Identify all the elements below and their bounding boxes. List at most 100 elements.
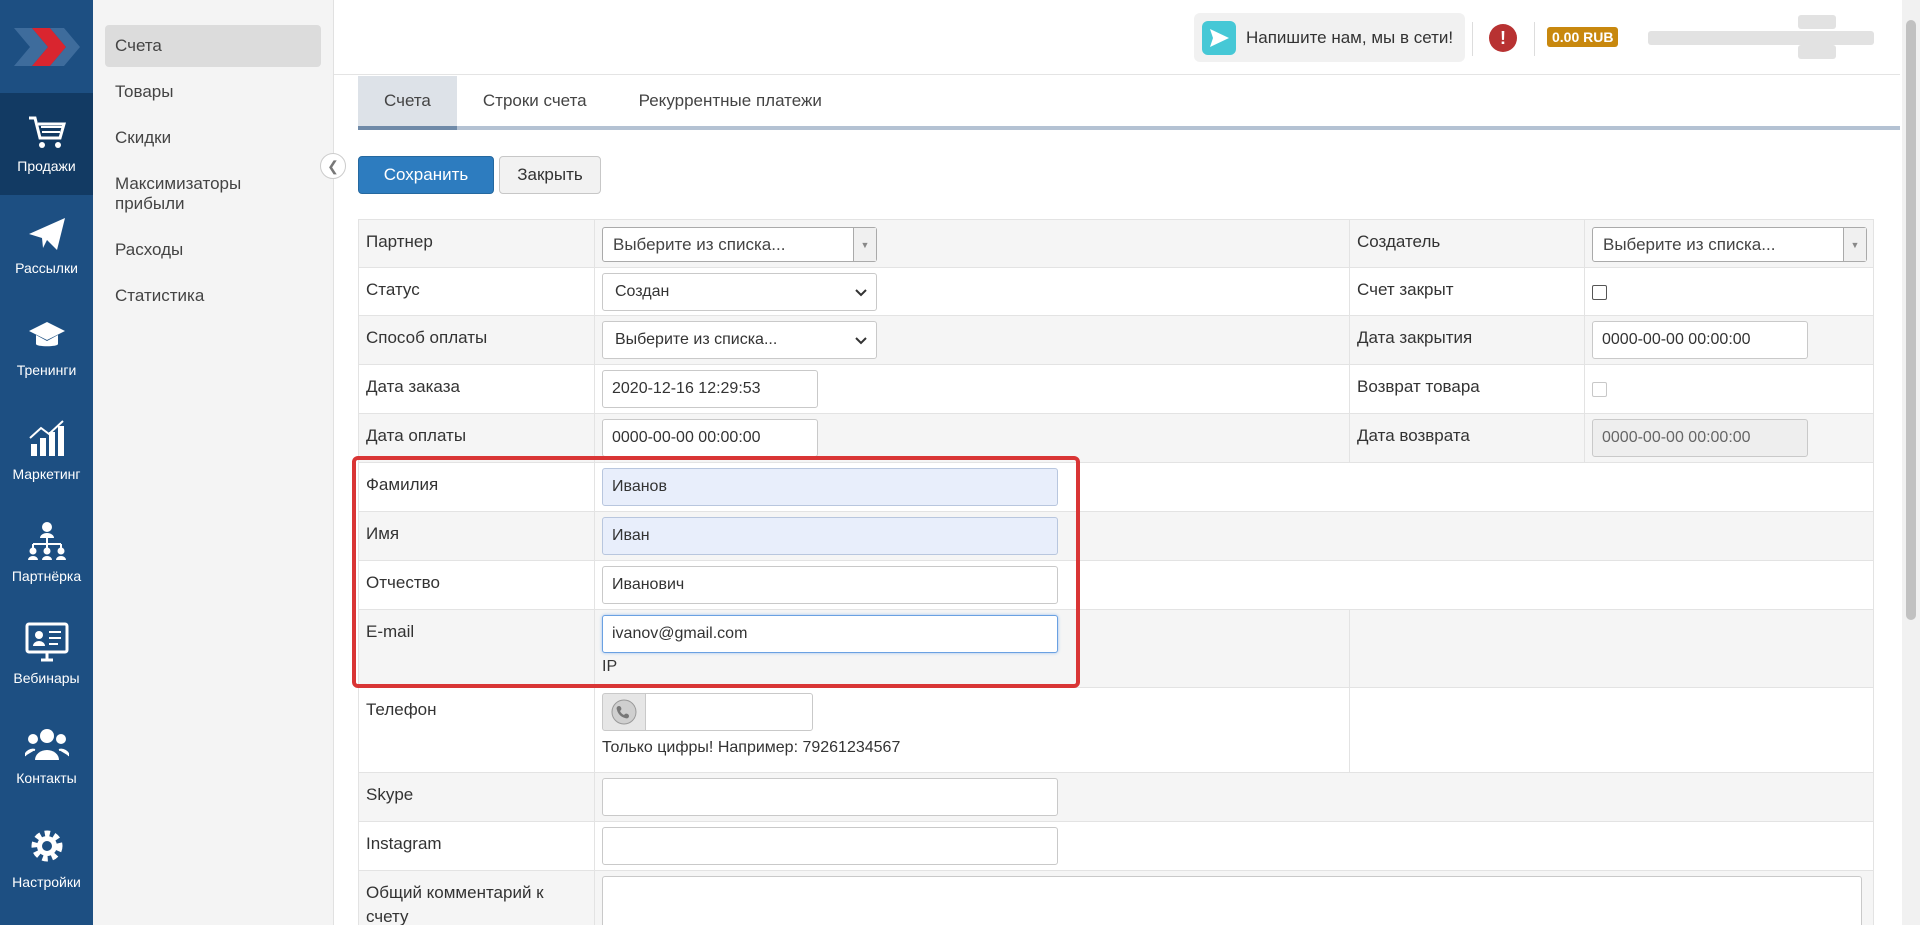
status-select-value: Создан (615, 283, 670, 300)
form-row: Дата оплаты 0000-00-00 00:00:00 Дата воз… (358, 414, 1874, 463)
payment-method-select[interactable]: Выберите из списка... (602, 321, 877, 359)
middle-name-field[interactable]: Иванович (602, 566, 1058, 604)
rail-item-label: Маркетинг (12, 466, 81, 482)
bar-chart-icon (28, 420, 64, 456)
rail-item-webinars[interactable]: Вебинары (0, 603, 93, 705)
payment-date-label: Дата оплаты (366, 426, 467, 445)
rail-item-partners[interactable]: Партнёрка (0, 501, 93, 603)
invoice-form: Партнер Выберите из списка... ▼ Создател… (358, 219, 1874, 925)
closed-checkbox[interactable] (1592, 285, 1607, 300)
close-button[interactable]: Закрыть (499, 156, 601, 194)
users-icon (24, 729, 69, 760)
last-name-label: Фамилия (366, 475, 439, 494)
tab-recurring-payments[interactable]: Рекуррентные платежи (613, 76, 848, 126)
rail-item-label: Продажи (17, 158, 76, 174)
form-row: Фамилия Иванов (358, 463, 1874, 512)
instagram-label: Instagram (366, 834, 442, 853)
collapse-sidebar-button[interactable]: ❮ (320, 153, 346, 179)
subnav-item-expenses[interactable]: Расходы (105, 229, 321, 271)
rail-item-marketing[interactable]: Маркетинг (0, 399, 93, 501)
email-field[interactable]: ivanov@gmail.com (602, 615, 1058, 653)
order-date-field[interactable]: 2020-12-16 12:29:53 (602, 370, 818, 408)
rail-item-settings[interactable]: Настройки (0, 807, 93, 909)
chat-send-icon (1202, 20, 1236, 55)
payment-method-select-value: Выберите из списка... (615, 331, 778, 348)
partner-select[interactable]: Выберите из списка... ▼ (602, 227, 877, 262)
phone-field[interactable] (645, 693, 813, 731)
form-row: Способ оплаты Выберите из списка... Дата… (358, 316, 1874, 365)
chevron-left-icon: ❮ (327, 157, 339, 174)
phone-hint: Только цифры! Например: 79261234567 (602, 739, 901, 756)
top-bar: Напишите нам, мы в сети! ! 0.00 RUB (334, 0, 1900, 75)
partner-label: Партнер (366, 232, 433, 251)
subnav-item-profit-maximizers[interactable]: Максимизаторы прибыли (105, 163, 255, 225)
rail-item-mailings[interactable]: Рассылки (0, 195, 93, 297)
comment-label: Общий комментарий к счету (366, 883, 544, 925)
form-row: Общий комментарий к счету (358, 871, 1874, 925)
close-date-field[interactable]: 0000-00-00 00:00:00 (1592, 321, 1808, 359)
subnav-item-invoices[interactable]: Счета (105, 25, 321, 67)
cart-icon (28, 116, 66, 148)
tab-invoice-lines[interactable]: Строки счета (457, 76, 613, 126)
rail-item-sales[interactable]: Продажи (0, 93, 93, 195)
return-label: Возврат товара (1357, 377, 1480, 396)
chat-label: Напишите нам, мы в сети! (1246, 27, 1454, 47)
ip-label: IP (602, 658, 618, 675)
gear-icon (31, 830, 62, 862)
balance-badge[interactable]: 0.00 RUB (1547, 27, 1619, 47)
return-date-label: Дата возврата (1357, 426, 1470, 445)
phone-icon (602, 693, 646, 731)
chevron-down-icon (855, 289, 867, 297)
page-scrollbar[interactable] (1902, 0, 1920, 925)
topbar-divider (1472, 22, 1473, 56)
creator-select[interactable]: Выберите из списка... ▼ (1592, 227, 1867, 262)
hierarchy-icon (27, 522, 66, 560)
payment-method-label: Способ оплаты (366, 328, 488, 347)
subnav-item-statistics[interactable]: Статистика (105, 275, 321, 317)
rail-item-label: Рассылки (15, 260, 78, 276)
tab-invoice[interactable]: Счета (358, 76, 457, 130)
rail-item-contacts[interactable]: Контакты (0, 705, 93, 807)
rail-item-trainings[interactable]: Тренинги (0, 297, 93, 399)
form-row: Партнер Выберите из списка... ▼ Создател… (358, 220, 1874, 268)
alert-icon[interactable]: ! (1489, 24, 1517, 52)
rail-item-label: Тренинги (16, 362, 77, 378)
skype-field[interactable] (602, 778, 1058, 816)
status-select[interactable]: Создан (602, 273, 877, 311)
creator-label: Создатель (1357, 232, 1441, 251)
rail-item-label: Контакты (16, 770, 77, 786)
middle-name-label: Отчество (366, 573, 440, 592)
form-row: Instagram (358, 822, 1874, 871)
first-name-label: Имя (366, 524, 400, 543)
form-row: E-mail ivanov@gmail.com IP (358, 610, 1874, 688)
return-checkbox[interactable] (1592, 382, 1607, 397)
logo[interactable] (0, 0, 93, 93)
instagram-field[interactable] (602, 827, 1058, 865)
first-name-field[interactable]: Иван (602, 517, 1058, 555)
chevron-down-icon (855, 337, 867, 345)
form-row: Отчество Иванович (358, 561, 1874, 610)
webinar-monitor-icon (25, 622, 68, 662)
user-menu-blurred[interactable] (1648, 15, 1874, 61)
comment-textarea[interactable] (602, 876, 1862, 925)
paper-plane-icon (28, 218, 65, 250)
dropdown-arrow-icon: ▼ (853, 228, 876, 261)
scrollbar-thumb[interactable] (1906, 20, 1916, 620)
last-name-field[interactable]: Иванов (602, 468, 1058, 506)
status-label: Статус (366, 280, 420, 299)
skype-label: Skype (366, 785, 414, 804)
subnav-item-products[interactable]: Товары (105, 71, 321, 113)
form-row: Дата заказа 2020-12-16 12:29:53 Возврат … (358, 365, 1874, 414)
logo-chevrons-icon (13, 27, 80, 66)
rail-item-label: Настройки (12, 874, 81, 890)
main-rail: Продажи Рассылки Тренинги Маркетинг Парт… (0, 0, 93, 925)
tab-bar: Счета Строки счета Рекуррентные платежи (358, 76, 1900, 130)
closed-label: Счет закрыт (1357, 280, 1454, 299)
save-button[interactable]: Сохранить (358, 156, 494, 194)
form-row: Skype (358, 773, 1874, 822)
subnav-item-discounts[interactable]: Скидки (105, 117, 321, 159)
form-row: Статус Создан Счет закрыт (358, 268, 1874, 316)
phone-label: Телефон (366, 700, 437, 719)
chat-button[interactable]: Напишите нам, мы в сети! (1194, 13, 1466, 62)
payment-date-field[interactable]: 0000-00-00 00:00:00 (602, 419, 818, 457)
